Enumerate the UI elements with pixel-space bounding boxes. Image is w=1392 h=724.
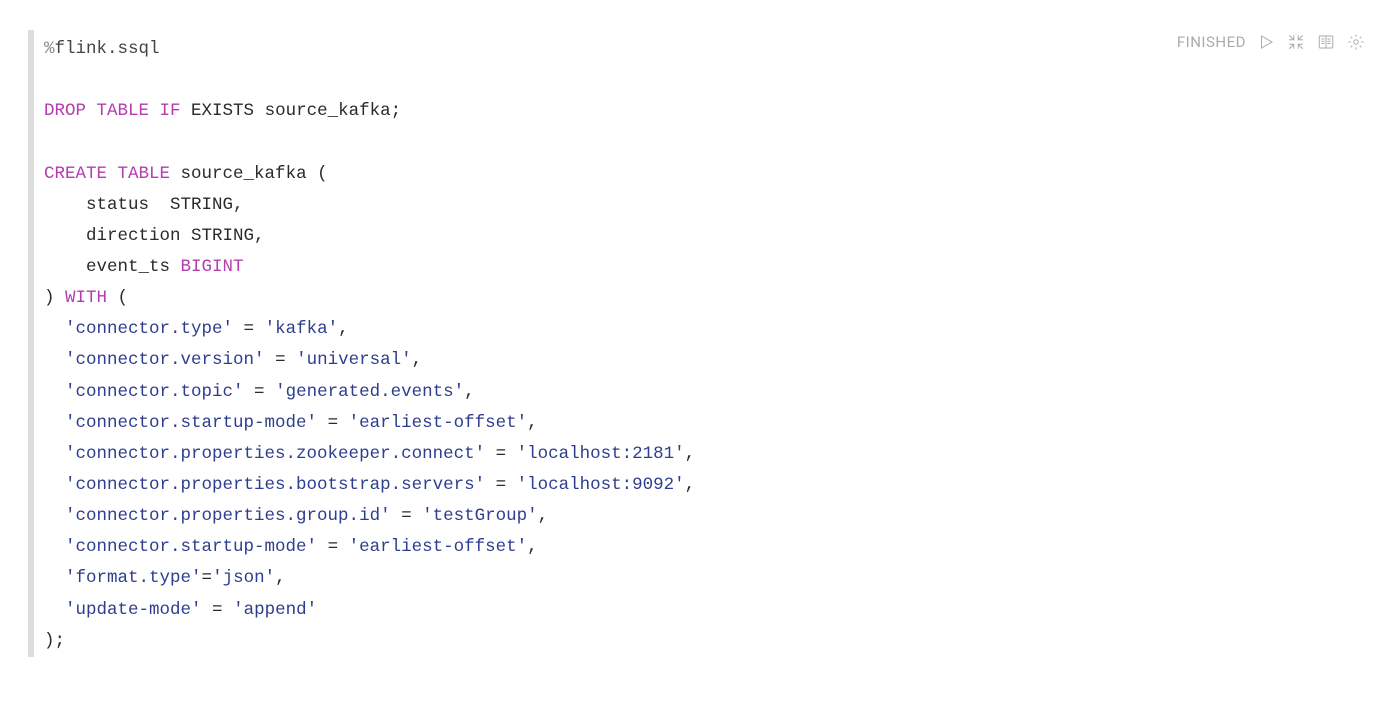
col2-name: direction [44, 226, 191, 246]
prop-key: 'connector.properties.group.id' [65, 506, 391, 526]
prop-val: 'localhost:2181' [517, 444, 685, 464]
prop-val: 'kafka' [265, 319, 339, 339]
gear-icon[interactable] [1346, 32, 1366, 52]
prop-key: 'connector.properties.bootstrap.servers' [65, 475, 485, 495]
prop-eq: = [317, 413, 349, 433]
prop-end: , [464, 382, 475, 402]
with-close: ) [44, 288, 65, 308]
prop-eq: = [485, 444, 517, 464]
prop-key: 'connector.version' [65, 350, 265, 370]
kw-with: WITH [65, 288, 107, 308]
drop-target: source_kafka; [265, 101, 402, 121]
prop-key: 'connector.type' [65, 319, 233, 339]
col3-type: BIGINT [181, 257, 244, 277]
prop-eq: = [202, 568, 213, 588]
prop-key: 'connector.properties.zookeeper.connect' [65, 444, 485, 464]
prop-val: 'generated.events' [275, 382, 464, 402]
prop-eq: = [244, 382, 276, 402]
create-name: source_kafka ( [181, 164, 328, 184]
collapse-icon[interactable] [1286, 32, 1306, 52]
prop-end: , [412, 350, 423, 370]
prop-key: 'connector.startup-mode' [65, 413, 317, 433]
prop-key: 'connector.startup-mode' [65, 537, 317, 557]
col2-type: STRING, [191, 226, 265, 246]
prop-end: , [527, 537, 538, 557]
interpreter-percent: % [44, 39, 55, 59]
prop-end: , [685, 475, 696, 495]
cell-content: FINISHED [34, 30, 1392, 657]
prop-eq: = [391, 506, 423, 526]
prop-end: , [685, 444, 696, 464]
prop-val: 'json' [212, 568, 275, 588]
code-editor[interactable]: %flink.ssql DROP TABLE IF EXISTS source_… [44, 30, 1392, 657]
prop-eq: = [485, 475, 517, 495]
notebook-cell: FINISHED [28, 30, 1392, 657]
prop-end: , [538, 506, 549, 526]
col1-name: status [44, 195, 170, 215]
status-badge: FINISHED [1177, 33, 1246, 51]
col1-type: STRING, [170, 195, 244, 215]
prop-eq: = [233, 319, 265, 339]
with-open: ( [107, 288, 128, 308]
prop-eq: = [265, 350, 297, 370]
run-icon[interactable] [1256, 32, 1276, 52]
book-icon[interactable] [1316, 32, 1336, 52]
prop-val: 'earliest-offset' [349, 537, 528, 557]
prop-key: 'update-mode' [65, 600, 202, 620]
prop-end: , [527, 413, 538, 433]
col3-name: event_ts [44, 257, 181, 277]
cell-toolbar: FINISHED [1177, 32, 1366, 52]
prop-key: 'format.type' [65, 568, 202, 588]
stmt-end: ); [44, 631, 65, 651]
interpreter-name: flink.ssql [55, 39, 160, 59]
prop-key: 'connector.topic' [65, 382, 244, 402]
prop-eq: = [317, 537, 349, 557]
prop-val: 'localhost:9092' [517, 475, 685, 495]
prop-end: , [275, 568, 286, 588]
kw-create: CREATE TABLE [44, 164, 170, 184]
kw-drop: DROP TABLE IF [44, 101, 181, 121]
prop-val: 'universal' [296, 350, 412, 370]
kw-exists: EXISTS [191, 101, 254, 121]
prop-val: 'append' [233, 600, 317, 620]
prop-val: 'testGroup' [422, 506, 538, 526]
prop-end: , [338, 319, 349, 339]
prop-val: 'earliest-offset' [349, 413, 528, 433]
prop-eq: = [202, 600, 234, 620]
